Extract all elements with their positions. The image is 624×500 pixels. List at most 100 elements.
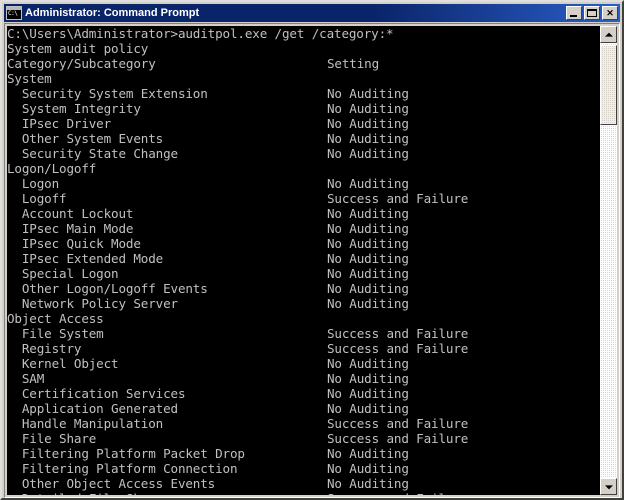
window-controls: ✕: [566, 6, 618, 20]
console-line-setting: No Auditing: [327, 476, 409, 491]
console-line-setting: No Auditing: [327, 101, 409, 116]
console-line: Other Object Access Events No Auditing: [7, 476, 468, 491]
console-line-category: Category/Subcategory: [7, 56, 156, 71]
console-line: Special Logon No Auditing: [7, 266, 468, 281]
console-line-setting: No Auditing: [327, 296, 409, 311]
console-line-setting: Success and Failure: [327, 341, 469, 356]
console-line: Kernel Object No Auditing: [7, 356, 468, 371]
console-line: System: [7, 71, 468, 86]
console-line-setting: No Auditing: [327, 131, 409, 146]
console-line: Application Generated No Auditing: [7, 401, 468, 416]
console-line: Account Lockout No Auditing: [7, 206, 468, 221]
console-line: Certification Services No Auditing: [7, 386, 468, 401]
command-prompt-window: Administrator: Command Prompt ✕ C:\Users…: [0, 0, 624, 500]
close-button[interactable]: ✕: [602, 6, 618, 20]
console-line: File Share Success and Failure: [7, 431, 469, 446]
console-line-category: Certification Services: [7, 386, 186, 401]
console-prompt-line: C:\Users\Administrator>auditpol.exe /get…: [7, 26, 394, 41]
console-line: Logon/Logoff: [7, 161, 468, 176]
console-text: C:\Users\Administrator>auditpol.exe /get…: [7, 26, 468, 495]
console-line-category: Kernel Object: [7, 356, 119, 371]
console-line-category: IPsec Extended Mode: [7, 251, 164, 266]
console-line-setting: No Auditing: [327, 371, 409, 386]
console-line-category: Detailed File Share: [7, 491, 327, 495]
scroll-down-arrow-icon: [604, 484, 613, 489]
console-line-category: File Share: [7, 431, 97, 446]
console-line: Other System Events No Auditing: [7, 131, 468, 146]
console-line-category: Account Lockout: [7, 206, 134, 221]
scroll-up-button[interactable]: [600, 26, 617, 43]
close-icon: ✕: [606, 7, 614, 18]
console-line: IPsec Quick Mode No Auditing: [7, 236, 468, 251]
console-line-category: File System: [7, 326, 104, 341]
console-line-setting: No Auditing: [327, 251, 409, 266]
minimize-button[interactable]: [566, 6, 582, 20]
console-line-setting: No Auditing: [327, 446, 409, 461]
console-line-category: Special Logon: [7, 266, 119, 281]
scroll-up-arrow-icon: [604, 32, 613, 37]
console-line-setting: No Auditing: [327, 266, 409, 281]
console-line-category: Filtering Platform Packet Drop: [7, 446, 245, 461]
console-line-setting: No Auditing: [327, 356, 409, 371]
vertical-scrollbar[interactable]: [600, 26, 617, 495]
console-line: Detailed File ShareSuccess and Failure: [7, 491, 469, 495]
scroll-down-button[interactable]: [600, 478, 617, 495]
console-line-category: Logoff: [7, 191, 67, 206]
console-line: Handle Manipulation Success and Failure: [7, 416, 469, 431]
maximize-icon: [587, 9, 597, 17]
console-line-setting: No Auditing: [327, 236, 409, 251]
console-line: IPsec Driver No Auditing: [7, 116, 468, 131]
console-line-category: IPsec Main Mode: [7, 221, 134, 236]
console-line: File System Success and Failure: [7, 326, 469, 341]
console-line-category: System: [7, 71, 52, 86]
console-line-category: Security System Extension: [7, 86, 208, 101]
title-bar[interactable]: Administrator: Command Prompt ✕: [4, 4, 620, 22]
console-line: IPsec Extended Mode No Auditing: [7, 251, 468, 266]
console-line-setting: No Auditing: [327, 386, 409, 401]
console-line-setting: No Auditing: [327, 401, 409, 416]
console-line: Security System Extension No Auditing: [7, 86, 468, 101]
console-line-setting: Success and Failure: [327, 416, 469, 431]
console-line-setting: Success and Failure: [327, 431, 469, 446]
console-line-category: Handle Manipulation: [7, 416, 164, 431]
console-line-category: Logon: [7, 176, 60, 191]
console-line: System Integrity No Auditing: [7, 101, 468, 116]
console-line-category: Registry: [7, 341, 82, 356]
console-line-setting: No Auditing: [327, 206, 409, 221]
console-line-setting: Success and Failure: [327, 491, 468, 495]
console-line-category: Object Access: [7, 311, 104, 326]
console-line-setting: No Auditing: [327, 221, 409, 236]
client-area: C:\Users\Administrator>auditpol.exe /get…: [4, 23, 620, 498]
console-line-category: Security State Change: [7, 146, 178, 161]
console-line-category: IPsec Quick Mode: [7, 236, 141, 251]
console-line-setting: No Auditing: [327, 281, 409, 296]
console-line: Logoff Success and Failure: [7, 191, 469, 206]
console-report-title: System audit policy: [7, 41, 149, 56]
console-line: Filtering Platform Packet Drop No Auditin…: [7, 446, 468, 461]
console-line-category: Logon/Logoff: [7, 161, 97, 176]
console-line-setting: Success and Failure: [327, 191, 469, 206]
console-line-category: SAM: [7, 371, 45, 386]
console-line-category: IPsec Driver: [7, 116, 112, 131]
console-line: IPsec Main Mode No Auditing: [7, 221, 468, 236]
console-line-category: Other Logon/Logoff Events: [7, 281, 208, 296]
console-line-setting: No Auditing: [327, 176, 409, 191]
minimize-icon: [570, 15, 577, 17]
console-line-setting: No Auditing: [327, 461, 409, 476]
console-line: SAM No Auditing: [7, 371, 468, 386]
console-line-category: Other Object Access Events: [7, 476, 216, 491]
console-line: Logon No Auditing: [7, 176, 468, 191]
scrollbar-thumb[interactable]: [600, 45, 617, 125]
console-line-category: Network Policy Server: [7, 296, 178, 311]
console-line: Object Access: [7, 311, 468, 326]
console-line-setting: No Auditing: [327, 146, 409, 161]
console-column-header-row: Category/Subcategory Setting: [7, 56, 468, 71]
console-line-setting: Success and Failure: [327, 326, 469, 341]
maximize-button[interactable]: [584, 6, 600, 20]
console-output-area[interactable]: C:\Users\Administrator>auditpol.exe /get…: [7, 26, 600, 495]
console-line-setting: Setting: [327, 56, 380, 71]
console-line-category: Application Generated: [7, 401, 178, 416]
cmd-icon[interactable]: [6, 6, 22, 20]
console-line-category: Filtering Platform Connection: [7, 461, 238, 476]
console-line-setting: No Auditing: [327, 86, 409, 101]
